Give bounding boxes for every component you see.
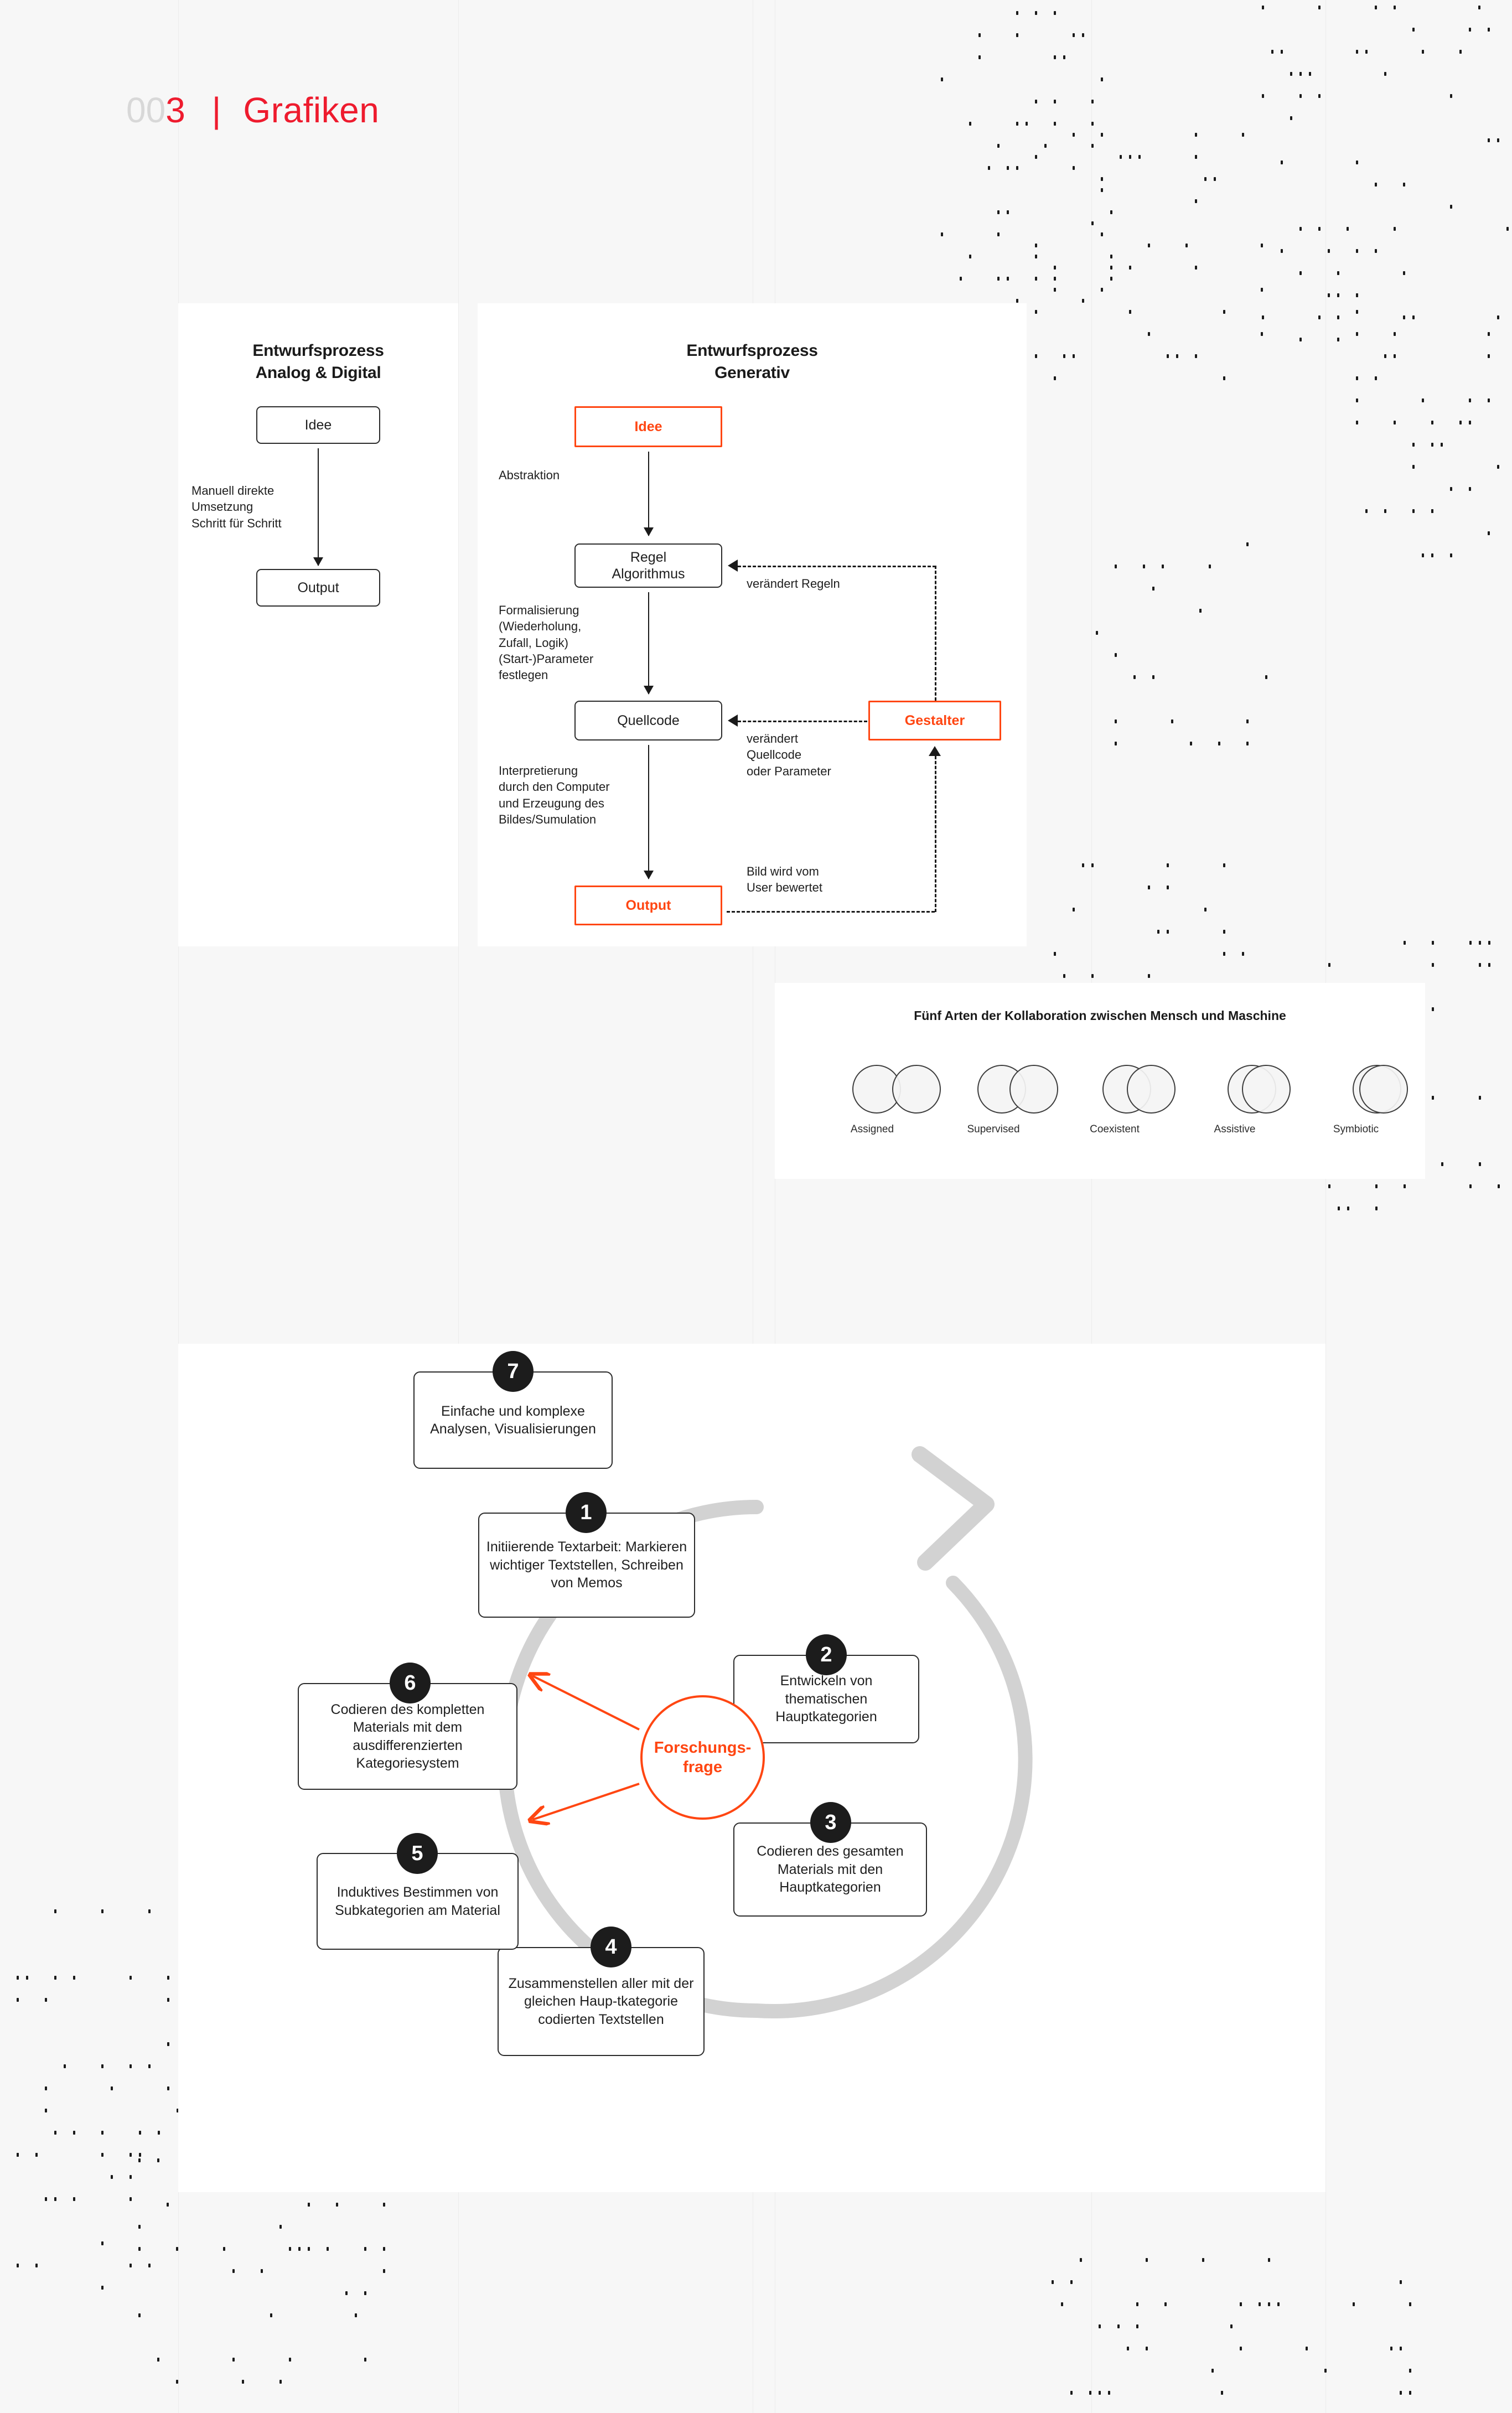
venn-label: Assigned: [850, 1123, 894, 1135]
page-root: 00 3 | Grafiken Entwurfsprozess Analog &…: [0, 0, 1512, 2413]
header-number-active: 3: [165, 90, 185, 130]
panel-analog-title-line2: Analog & Digital: [255, 364, 381, 382]
arrowhead-to-gestalter: [929, 746, 941, 756]
edge-label-veraendert-regeln: verändert Regeln: [747, 577, 840, 591]
cycle-step-badge-6: 6: [390, 1663, 431, 1703]
panel-generativ-title-line1: Entwurfsprozess: [686, 341, 818, 360]
cycle-step-badge-5: 5: [397, 1833, 438, 1874]
dashed-line-to-quellcode: [738, 721, 867, 722]
venn-circle-right: [1359, 1065, 1408, 1114]
venn-label: Coexistent: [1090, 1123, 1140, 1135]
dashed-line-output-to-gestalter: [727, 911, 935, 913]
venn-group-symbiotic: Symbiotic: [1333, 1065, 1463, 1137]
venn-circle-right: [892, 1065, 941, 1114]
venn-circle-right: [1127, 1065, 1176, 1114]
cycle-step-badge-2: 2: [806, 1634, 847, 1675]
page-header: 00 3 | Grafiken: [126, 90, 379, 131]
center-circle-forschungsfrage: Forschungs- frage: [640, 1695, 765, 1820]
arrow-idee-to-regel: [644, 452, 654, 536]
arrow-quellcode-to-output: [644, 745, 654, 879]
panel-kollaboration: Fünf Arten der Kollaboration zwischen Me…: [775, 983, 1425, 1179]
page-title: Grafiken: [243, 90, 380, 130]
panel-collab-title: Fünf Arten der Kollaboration zwischen Me…: [914, 1008, 1286, 1023]
flow-box-idee-generativ[interactable]: Idee: [574, 406, 722, 447]
venn-label: Supervised: [967, 1123, 1020, 1135]
edge-label-veraendert-quellcode: verändert Quellcode oder Parameter: [747, 732, 831, 778]
panel-analyseprozess-zyklus: Forschungs- frage Initiierende Textarbei…: [178, 1344, 1325, 2192]
edge-label-bild-bewertet: Bild wird vom User bewertet: [747, 864, 822, 895]
dashed-line-gestalter-up: [935, 566, 936, 701]
venn-label: Symbiotic: [1333, 1123, 1379, 1135]
center-line-1: Forschungs-: [654, 1739, 752, 1757]
edge-label-abstraktion: Abstraktion: [499, 468, 560, 482]
arrowhead-to-quellcode: [728, 714, 738, 727]
panel-generativ-title-line2: Generativ: [714, 364, 790, 382]
flow-box-idee[interactable]: Idee: [256, 406, 380, 444]
cycle-step-badge-3: 3: [810, 1802, 851, 1843]
cycle-step-badge-1: 1: [566, 1492, 607, 1533]
flow-box-output-generativ[interactable]: Output: [574, 886, 722, 925]
grid-guide-line: [1325, 0, 1326, 2413]
flow-box-output[interactable]: Output: [256, 569, 380, 607]
venn-circle-right: [1242, 1065, 1291, 1114]
edge-label-formalisierung: Formalisierung (Wiederholung, Zufall, Lo…: [499, 603, 594, 682]
panel-analog-title-line1: Entwurfsprozess: [252, 341, 384, 360]
arrow-idee-to-output: [313, 448, 323, 566]
flow-box-regel-algorithmus[interactable]: Regel Algorithmus: [574, 543, 722, 588]
flow-box-quellcode[interactable]: Quellcode: [574, 701, 722, 741]
flow-box-gestalter[interactable]: Gestalter: [868, 701, 1001, 741]
edge-label-interpretierung: Interpretierung durch den Computer und E…: [499, 764, 610, 826]
venn-circle-right: [1009, 1065, 1058, 1114]
arrow-regel-to-quellcode: [644, 592, 654, 695]
edge-label-manuelle-umsetzung: Manuell direkte Umsetzung Schritt für Sc…: [191, 484, 282, 530]
center-line-2: frage: [683, 1758, 722, 1776]
header-separator: |: [211, 90, 221, 130]
dashed-line-up-to-gestalter: [935, 756, 936, 912]
venn-label: Assistive: [1214, 1123, 1256, 1135]
cycle-step-badge-4: 4: [591, 1927, 631, 1967]
cycle-step-badge-7: 7: [493, 1351, 534, 1392]
panel-entwurfsprozess-generativ: Entwurfsprozess Generativ Idee Abstrakti…: [478, 303, 1027, 946]
arrowhead-to-regel: [728, 560, 738, 572]
panel-entwurfsprozess-analog: Entwurfsprozess Analog & Digital Idee Ma…: [178, 303, 458, 946]
dashed-line-to-regel: [738, 566, 936, 567]
header-number-prefix: 00: [126, 90, 166, 130]
